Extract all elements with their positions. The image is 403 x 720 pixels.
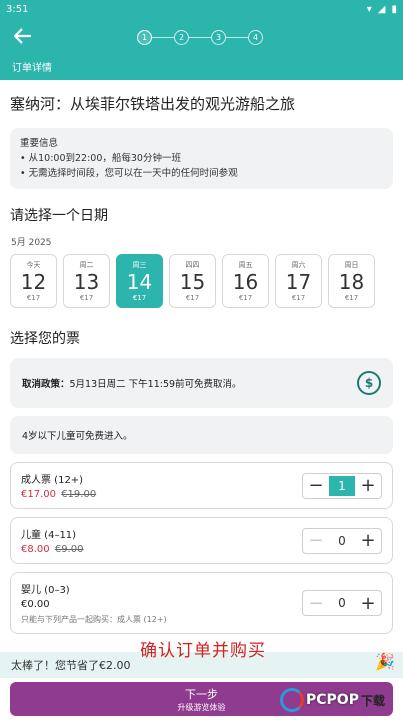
date-price: €17: [238, 294, 253, 302]
step-indicator: 1 2 3 4: [137, 30, 263, 45]
savings-text: 太棒了！您节省了€2.00: [11, 659, 131, 672]
overlay-caption: 确认订单并购买: [140, 641, 266, 661]
date-weekday: 周三: [132, 261, 147, 269]
date-price: €17: [344, 294, 359, 302]
plus-button[interactable]: +: [355, 473, 381, 499]
battery-icon: ▮: [391, 3, 397, 15]
step-3: 3: [211, 30, 226, 45]
ticket-row-infant: 婴儿 (0–3) €0.00 只能与下列产品一起购买：成人票 (12+) − 0…: [10, 572, 393, 634]
info-item: 无需选择时间段，您可以在一天中的任何时间参观: [20, 166, 383, 181]
minus-button[interactable]: −: [303, 473, 329, 499]
date-day: 16: [232, 270, 259, 294]
tickets-section-title: 选择您的票: [10, 331, 80, 347]
watermark: PCPOP 下载: [280, 683, 400, 717]
watermark-logo-icon: [280, 688, 304, 712]
money-refund-icon: $: [357, 371, 381, 395]
date-weekday: 周日: [344, 261, 359, 269]
watermark-brand: PCPOP: [306, 692, 359, 708]
minus-button[interactable]: −: [303, 590, 329, 616]
date-price: €17: [185, 294, 200, 302]
free-entry-note-card: 4岁以下儿童可免费进入。: [10, 416, 393, 454]
date-option[interactable]: 周六 17 €17: [275, 254, 322, 308]
date-weekday: 周五: [238, 261, 253, 269]
date-weekday: 今天: [26, 261, 41, 269]
product-title: 塞纳河：从埃菲尔铁塔出发的观光游船之旅: [10, 95, 296, 113]
date-option[interactable]: 周五 16 €17: [222, 254, 269, 308]
quantity-stepper: − 0 +: [302, 527, 382, 554]
quantity-stepper: − 1 +: [302, 472, 382, 499]
date-weekday: 周六: [291, 261, 306, 269]
policy-label: 取消政策：: [22, 379, 70, 390]
date-price: €17: [79, 294, 94, 302]
date-day: 18: [338, 270, 365, 294]
date-day: 12: [20, 270, 47, 294]
quantity-stepper: − 0 +: [302, 590, 382, 616]
plus-button[interactable]: +: [355, 528, 381, 554]
date-price: €17: [26, 294, 41, 302]
watermark-suffix: 下载: [360, 693, 385, 708]
date-weekday: 四四: [185, 261, 200, 269]
ticket-price: €0.00: [21, 599, 50, 610]
important-info-heading: 重要信息: [20, 138, 59, 149]
date-option[interactable]: 今天 12 €17: [10, 254, 57, 308]
free-entry-note: 4岁以下儿童可免费进入。: [22, 431, 133, 442]
important-info-card: 重要信息 从10:00到22:00，船每30分钟一班 无需选择时间段，您可以在一…: [10, 128, 393, 189]
step-1: 1: [137, 30, 152, 45]
info-item: 从10:00到22:00，船每30分钟一班: [20, 151, 383, 166]
date-option[interactable]: 四四 15 €17: [169, 254, 216, 308]
date-option[interactable]: 周二 13 €17: [63, 254, 110, 308]
next-button-label: 下一步: [185, 687, 218, 701]
date-day: 15: [179, 270, 206, 294]
status-time: 3:51: [6, 3, 29, 15]
quantity-value: 1: [329, 475, 355, 496]
quantity-value: 0: [338, 596, 346, 610]
plus-button[interactable]: +: [355, 590, 381, 616]
date-option[interactable]: 周日 18 €17: [328, 254, 375, 308]
page-title: 订单详情: [12, 63, 52, 74]
minus-button[interactable]: −: [303, 528, 329, 554]
back-arrow-icon[interactable]: [13, 28, 32, 49]
signal-icon: ◢: [377, 3, 386, 15]
month-label: 5月 2025: [11, 238, 52, 248]
date-option-selected[interactable]: 周三 14 €17: [116, 254, 163, 308]
ticket-price: €17.00: [21, 489, 56, 500]
step-connector: [226, 37, 248, 38]
step-2: 2: [174, 30, 189, 45]
date-day: 14: [126, 270, 153, 294]
quantity-value: 0: [338, 533, 346, 548]
cancellation-policy-card: 取消政策：5月13日周二 下午11:59前可免费取消。 $: [10, 358, 393, 408]
ticket-old-price: €9.00: [54, 544, 84, 555]
date-price: €17: [132, 294, 147, 302]
date-day: 17: [285, 270, 312, 294]
ticket-old-price: €19.00: [61, 489, 97, 500]
party-popper-icon: 🎉: [375, 652, 395, 671]
ticket-price: €8.00: [21, 544, 50, 555]
step-connector: [189, 37, 211, 38]
policy-text: 取消政策：5月13日周二 下午11:59前可免费取消。: [22, 376, 242, 390]
date-weekday: 周二: [79, 261, 94, 269]
header: 1 2 3 4 订单详情: [0, 18, 403, 80]
ticket-row-adult: 成人票 (12+) €17.00 €19.00 − 1 +: [10, 462, 393, 509]
step-4: 4: [248, 30, 263, 45]
status-bar: 3:51 ▾ ◢ ▮: [0, 0, 403, 18]
date-section-title: 请选择一个日期: [10, 208, 108, 224]
wifi-icon: ▾: [366, 3, 372, 15]
ticket-row-child: 儿童 (4–11) €8.00 €9.00 − 0 +: [10, 517, 393, 564]
date-picker: 今天 12 €17 周二 13 €17 周三 14 €17 四四 15 €17 …: [0, 254, 403, 308]
date-day: 13: [73, 270, 100, 294]
step-connector: [152, 37, 174, 38]
policy-detail: 5月13日周二 下午11:59前可免费取消。: [69, 379, 242, 390]
date-price: €17: [291, 294, 306, 302]
next-button-sublabel: 升级游览体验: [177, 702, 226, 712]
